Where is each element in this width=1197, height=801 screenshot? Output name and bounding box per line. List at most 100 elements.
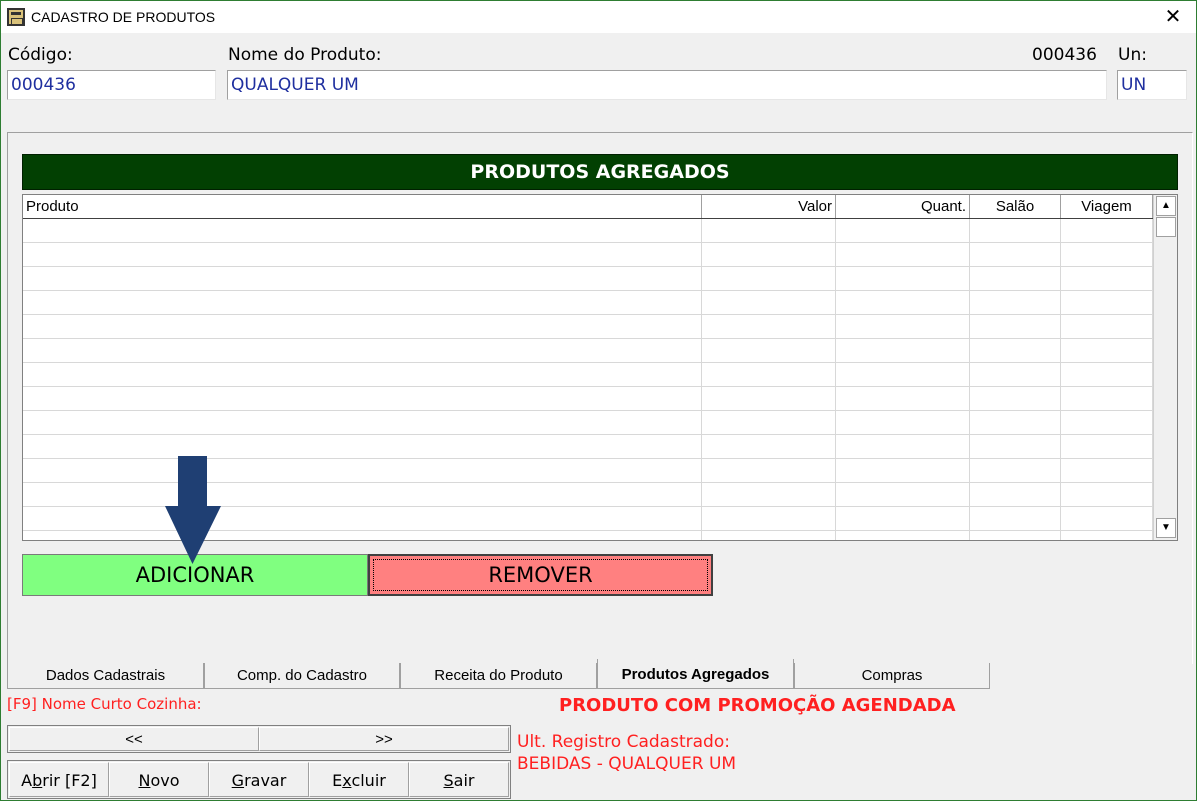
table-cell[interactable] [970,243,1061,267]
table-cell[interactable] [1061,507,1153,531]
col-header-quant[interactable]: Quant. [836,195,970,218]
table-cell[interactable] [836,387,970,411]
table-cell[interactable] [836,483,970,507]
table-cell[interactable] [702,411,836,435]
table-cell[interactable] [23,483,702,507]
table-row[interactable] [23,363,1153,387]
table-cell[interactable] [836,411,970,435]
table-cell[interactable] [702,387,836,411]
table-cell[interactable] [970,531,1061,540]
table-cell[interactable] [836,219,970,243]
new-button[interactable]: Novo [109,762,209,797]
table-cell[interactable] [970,267,1061,291]
table-cell[interactable] [702,531,836,540]
tab-receita-produto[interactable]: Receita do Produto [400,663,597,689]
table-row[interactable] [23,387,1153,411]
table-row[interactable] [23,243,1153,267]
save-button[interactable]: Gravar [209,762,309,797]
table-row[interactable] [23,267,1153,291]
table-cell[interactable] [970,507,1061,531]
table-cell[interactable] [1061,339,1153,363]
tab-produtos-agregados[interactable]: Produtos Agregados [597,659,794,689]
col-header-valor[interactable]: Valor [702,195,836,218]
remove-button[interactable]: REMOVER [368,554,713,596]
scroll-up-icon[interactable]: ▲ [1156,196,1176,216]
tab-comp-cadastro[interactable]: Comp. do Cadastro [204,663,400,689]
tab-dados-cadastrais[interactable]: Dados Cadastrais [7,663,204,689]
table-cell[interactable] [702,315,836,339]
unidade-field[interactable]: UN [1117,70,1187,100]
table-cell[interactable] [702,219,836,243]
table-cell[interactable] [1061,411,1153,435]
table-cell[interactable] [970,291,1061,315]
prev-record-button[interactable]: << [9,727,259,751]
table-cell[interactable] [702,363,836,387]
open-button[interactable]: Abrir [F2] [9,762,109,797]
table-cell[interactable] [702,483,836,507]
table-cell[interactable] [23,339,702,363]
grid-scrollbar[interactable]: ▲ ▼ [1153,195,1177,540]
table-cell[interactable] [23,411,702,435]
scroll-down-icon[interactable]: ▼ [1156,518,1176,538]
table-row[interactable] [23,339,1153,363]
table-cell[interactable] [970,315,1061,339]
table-cell[interactable] [836,435,970,459]
table-cell[interactable] [23,363,702,387]
table-cell[interactable] [836,339,970,363]
table-cell[interactable] [1061,483,1153,507]
table-cell[interactable] [23,291,702,315]
col-header-viagem[interactable]: Viagem [1061,195,1153,218]
table-cell[interactable] [970,483,1061,507]
scroll-thumb[interactable] [1156,217,1176,237]
table-cell[interactable] [970,387,1061,411]
table-cell[interactable] [970,435,1061,459]
delete-button[interactable]: Excluir [309,762,409,797]
table-cell[interactable] [702,291,836,315]
table-cell[interactable] [836,315,970,339]
table-cell[interactable] [1061,291,1153,315]
table-cell[interactable] [836,267,970,291]
table-cell[interactable] [702,243,836,267]
table-cell[interactable] [1061,267,1153,291]
table-cell[interactable] [23,507,702,531]
table-cell[interactable] [23,315,702,339]
table-cell[interactable] [1061,531,1153,540]
table-row[interactable] [23,411,1153,435]
table-cell[interactable] [836,243,970,267]
table-cell[interactable] [1061,219,1153,243]
table-cell[interactable] [702,267,836,291]
table-cell[interactable] [702,435,836,459]
close-icon[interactable]: ✕ [1160,4,1186,30]
table-cell[interactable] [836,291,970,315]
next-record-button[interactable]: >> [259,727,509,751]
table-cell[interactable] [23,267,702,291]
table-cell[interactable] [702,339,836,363]
table-cell[interactable] [970,339,1061,363]
table-cell[interactable] [23,435,702,459]
table-cell[interactable] [836,507,970,531]
table-cell[interactable] [970,363,1061,387]
exit-button[interactable]: Sair [409,762,509,797]
table-row[interactable] [23,291,1153,315]
table-cell[interactable] [1061,459,1153,483]
table-cell[interactable] [702,459,836,483]
table-cell[interactable] [23,219,702,243]
table-cell[interactable] [1061,315,1153,339]
table-row[interactable] [23,219,1153,243]
table-cell[interactable] [702,507,836,531]
codigo-field[interactable]: 000436 [7,70,216,100]
table-cell[interactable] [970,219,1061,243]
tab-compras[interactable]: Compras [794,663,990,689]
table-cell[interactable] [1061,363,1153,387]
table-row[interactable] [23,315,1153,339]
table-cell[interactable] [970,459,1061,483]
table-cell[interactable] [1061,243,1153,267]
table-cell[interactable] [836,531,970,540]
col-header-salao[interactable]: Salão [970,195,1061,218]
nome-produto-field[interactable]: QUALQUER UM [227,70,1107,100]
table-cell[interactable] [23,531,702,540]
table-cell[interactable] [23,387,702,411]
table-cell[interactable] [970,411,1061,435]
table-cell[interactable] [1061,435,1153,459]
col-header-produto[interactable]: Produto [23,195,702,218]
